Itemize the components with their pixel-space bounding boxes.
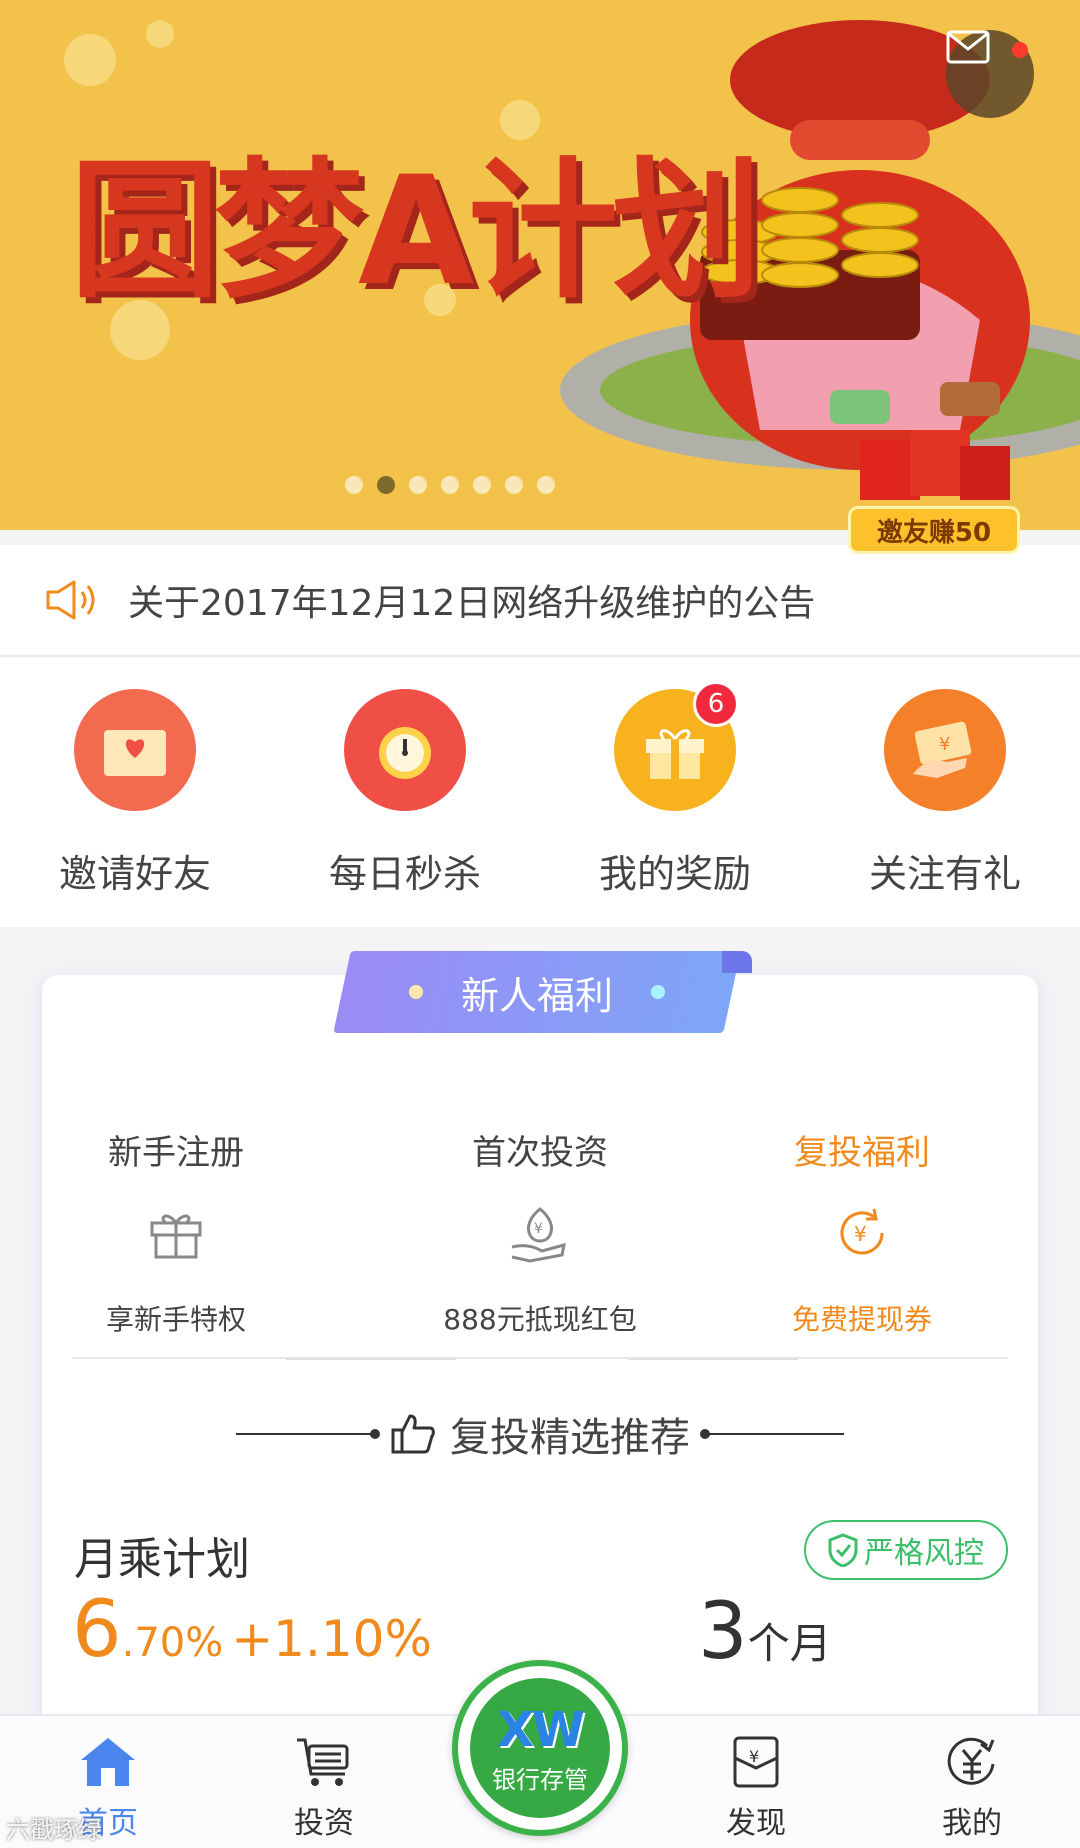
quick-label: 我的奖励: [598, 852, 751, 896]
cart-icon: [297, 1738, 349, 1786]
carousel-dot[interactable]: [473, 476, 491, 494]
newbie-steps: 新手注册 享新手特权 首次投资 ¥ 888元抵现红包 复投福利 ¥ 免费提现券: [42, 1125, 1038, 1360]
yuan-circle-icon: [947, 1737, 995, 1785]
term-number: 3: [698, 1587, 748, 1677]
svg-text:¥: ¥: [854, 1222, 867, 1246]
step-sub: 888元抵现红包: [443, 1303, 637, 1336]
xw-logo: XW: [497, 1701, 585, 1758]
ribbon-label: 新人福利: [460, 973, 613, 1018]
tab-label: 发现: [726, 1806, 786, 1841]
shield-check-icon: [828, 1533, 858, 1567]
step-title: 复投福利: [794, 1133, 930, 1173]
reward-count-badge: 6: [693, 681, 739, 727]
svg-text:¥: ¥: [749, 1747, 759, 1766]
svg-text:¥: ¥: [534, 1221, 543, 1237]
step-reinvest[interactable]: 复投福利 ¥ 免费提现券: [742, 1125, 982, 1338]
quick-entry-grid: 邀请好友 每日秒杀 6 我的奖励 ¥ 关注有礼: [0, 657, 1080, 927]
gift-outline-icon: [56, 1198, 296, 1268]
carousel-dot[interactable]: [441, 476, 459, 494]
rate-integer: 6: [72, 1585, 122, 1675]
step-register[interactable]: 新手注册 享新手特权: [56, 1125, 296, 1338]
section-divider: [72, 1357, 1008, 1359]
recommend-header: 复投精选推荐: [42, 1405, 1038, 1463]
step-sub: 免费提现券: [791, 1303, 932, 1336]
alarm-clock-icon: [344, 689, 466, 811]
decor-line: [236, 1429, 380, 1439]
carousel-dot-active[interactable]: [377, 476, 395, 494]
watermark: 六戳琢绿: [6, 1816, 102, 1844]
promo-banner[interactable]: 圆梦A计划: [0, 0, 1080, 530]
ribbon-dot: [408, 985, 423, 999]
term: 3个月: [698, 1587, 832, 1677]
tab-label: 投资: [294, 1806, 354, 1841]
envelope-heart-icon: [74, 689, 196, 811]
carousel-indicator: [0, 476, 1080, 494]
decor-line: [700, 1429, 844, 1439]
rate-decimal: .70%: [121, 1620, 224, 1666]
yuan-refresh-icon: ¥: [742, 1198, 982, 1268]
carousel-dot[interactable]: [505, 476, 523, 494]
quick-daily-flash-sale[interactable]: 每日秒杀: [295, 689, 515, 927]
annual-rate: 6.70% +1.10%: [72, 1585, 432, 1675]
xw-shield-icon: XW 银行存管: [470, 1678, 610, 1818]
step-sub: 享新手特权: [105, 1303, 246, 1336]
announcement-bar[interactable]: 关于2017年12月12日网络升级维护的公告: [0, 545, 1080, 657]
quick-follow-gift[interactable]: ¥ 关注有礼: [835, 689, 1055, 927]
bank-custody-button[interactable]: XW 银行存管: [452, 1660, 628, 1836]
banner-title: 圆梦A计划: [70, 145, 762, 319]
recommend-title: 复投精选推荐: [450, 1415, 690, 1461]
step-first-invest[interactable]: 首次投资 ¥ 888元抵现红包: [420, 1125, 660, 1338]
money-bag-hand-icon: ¥: [420, 1198, 660, 1268]
tab-invest[interactable]: 投资: [216, 1716, 432, 1848]
quick-label: 每日秒杀: [328, 852, 481, 896]
ribbon-dot: [651, 985, 665, 999]
xw-subtitle: 银行存管: [492, 1765, 588, 1794]
step-title: 首次投资: [472, 1133, 608, 1173]
invite-earn-badge[interactable]: 邀友赚50: [848, 506, 1020, 554]
newbie-benefits-card: 新人福利 新手注册 享新手特权 首次投资 ¥ 888元抵现红包 复投福利 ¥ 免…: [42, 951, 1038, 1775]
speaker-icon: [46, 580, 95, 620]
unread-dot: [1012, 42, 1028, 58]
term-unit: 个月: [747, 1619, 832, 1668]
tab-discover[interactable]: ¥ 发现: [648, 1716, 864, 1848]
tab-mine[interactable]: 我的: [864, 1716, 1080, 1848]
mail-icon: [946, 30, 990, 64]
home-icon: [81, 1738, 135, 1786]
risk-tag-label: 严格风控: [864, 1536, 984, 1571]
yuan-bag-icon: ¥: [733, 1736, 779, 1788]
step-title: 新手注册: [108, 1133, 244, 1173]
rate-bonus: +1.10%: [231, 1610, 432, 1668]
message-button[interactable]: [946, 30, 1034, 118]
quick-invite-friends[interactable]: 邀请好友: [25, 689, 245, 927]
carousel-dot[interactable]: [537, 476, 555, 494]
ribbon-title: 新人福利: [342, 951, 732, 1033]
thumbs-up-icon: [391, 1414, 435, 1454]
carousel-dot[interactable]: [345, 476, 363, 494]
quick-my-rewards[interactable]: 6 我的奖励: [565, 681, 785, 927]
product-name[interactable]: 月乘计划: [74, 1523, 250, 1587]
quick-label: 邀请好友: [58, 852, 211, 896]
quick-label: 关注有礼: [868, 852, 1021, 896]
carousel-dot[interactable]: [409, 476, 427, 494]
coupon-hand-icon: ¥: [884, 689, 1006, 811]
tab-label: 我的: [942, 1806, 1002, 1841]
announcement-text: 关于2017年12月12日网络升级维护的公告: [128, 583, 816, 624]
risk-control-tag: 严格风控: [804, 1520, 1008, 1580]
svg-text:¥: ¥: [939, 734, 950, 755]
